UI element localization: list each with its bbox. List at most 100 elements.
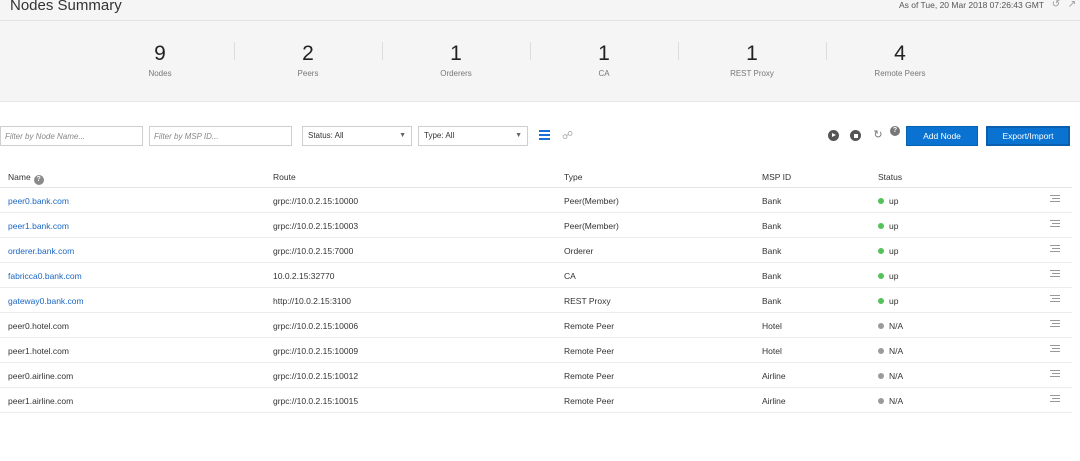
row-menu-icon[interactable] [1050,195,1060,204]
row-menu-icon[interactable] [1050,245,1060,254]
type-select[interactable]: Type: All ▼ [418,126,528,146]
page-title: Nodes Summary [10,0,122,14]
status-dot-icon [878,373,884,379]
node-name-link[interactable]: peer0.bank.com [8,196,69,206]
table-header: Name? Route Type MSP ID Status [0,166,1072,188]
status-cell: N/A [878,346,903,356]
status-dot-icon [878,348,884,354]
route-cell: http://10.0.2.15:3100 [273,296,351,306]
msp-cell: Bank [762,221,782,231]
node-name-link[interactable]: orderer.bank.com [8,246,74,256]
status-dot-icon [878,223,884,229]
type-cell: Remote Peer [564,396,615,406]
node-name-link[interactable]: fabricca0.bank.com [8,271,82,281]
nodes-table: Name? Route Type MSP ID Status peer0.ban… [0,166,1072,413]
stat-label: Orderers [440,69,472,78]
status-dot-icon [878,398,884,404]
route-cell: grpc://10.0.2.15:7000 [273,246,354,256]
status-cell: N/A [878,321,903,331]
row-menu-icon[interactable] [1050,220,1060,229]
status-cell: N/A [878,371,903,381]
column-status[interactable]: Status [878,172,902,182]
type-cell: Remote Peer [564,321,615,331]
route-cell: grpc://10.0.2.15:10006 [273,321,359,331]
stat-value: 1 [598,42,610,65]
row-menu-icon[interactable] [1050,370,1060,379]
node-name: peer1.airline.com [8,396,74,406]
stat-nodes: 9 Nodes [86,42,234,88]
row-menu-icon[interactable] [1050,345,1060,354]
add-node-button[interactable]: Add Node [906,126,978,146]
status-text: N/A [889,371,904,381]
type-select-value: Type: All [424,131,455,140]
msp-cell: Bank [762,246,782,256]
toolbar: Status: All ▼ Type: All ▼ ☍ ↻ ? Add Node… [0,126,1080,148]
row-menu-icon[interactable] [1050,395,1060,404]
stat-value: 9 [154,42,166,65]
type-cell: Orderer [564,246,594,256]
node-name: peer0.airline.com [8,371,74,381]
status-select-value: Status: All [308,131,344,140]
help-icon[interactable]: ? [890,126,900,136]
expand-icon[interactable]: ↗ [1066,0,1078,11]
route-cell: grpc://10.0.2.15:10003 [273,221,359,231]
status-cell: up [878,221,898,231]
status-text: up [889,296,899,306]
chevron-down-icon: ▼ [399,132,406,139]
table-row: fabricca0.bank.com 10.0.2.15:32770 CA Ba… [0,263,1072,288]
status-text: up [889,196,899,206]
table-row: peer0.airline.com grpc://10.0.2.15:10012… [0,363,1072,388]
msp-cell: Hotel [762,346,782,356]
route-cell: grpc://10.0.2.15:10009 [273,346,359,356]
column-name[interactable]: Name? [8,172,44,185]
node-name: peer0.hotel.com [8,321,69,331]
row-menu-icon[interactable] [1050,320,1060,329]
restart-icon[interactable]: ↻ [872,129,884,141]
type-cell: CA [564,271,576,281]
msp-cell: Hotel [762,321,782,331]
topology-view-icon[interactable]: ☍ [562,129,573,142]
node-name-link[interactable]: gateway0.bank.com [8,296,84,306]
stat-label: CA [598,69,610,78]
msp-cell: Airline [762,371,786,381]
msp-cell: Airline [762,396,786,406]
column-msp-id[interactable]: MSP ID [762,172,791,182]
as-of-timestamp: As of Tue, 20 Mar 2018 07:26:43 GMT [898,0,1044,10]
column-type[interactable]: Type [564,172,582,182]
type-cell: Remote Peer [564,346,615,356]
node-name-link[interactable]: peer1.bank.com [8,221,69,231]
start-icon[interactable] [828,130,839,141]
stat-label: Remote Peers [874,69,926,78]
filter-node-name-input[interactable] [0,126,143,146]
status-dot-icon [878,198,884,204]
status-cell: up [878,271,898,281]
type-cell: REST Proxy [564,296,611,306]
refresh-icon[interactable]: ↺ [1050,0,1062,11]
node-name: peer1.hotel.com [8,346,69,356]
table-row: peer0.hotel.com grpc://10.0.2.15:10006 R… [0,313,1072,338]
stat-peers: 2 Peers [234,42,382,88]
column-route[interactable]: Route [273,172,296,182]
msp-cell: Bank [762,296,782,306]
stop-icon[interactable] [850,130,861,141]
stats-bar: 9 Nodes 2 Peers 1 Orderers 1 CA 1 REST P… [86,42,986,88]
stat-remote-peers: 4 Remote Peers [826,42,974,88]
filter-msp-id-input[interactable] [149,126,292,146]
row-menu-icon[interactable] [1050,295,1060,304]
divider [0,20,1080,21]
status-text: N/A [889,321,904,331]
list-view-icon[interactable] [539,130,550,141]
export-import-button[interactable]: Export/Import [986,126,1070,146]
stat-label: Nodes [148,69,172,78]
table-row: peer1.airline.com grpc://10.0.2.15:10015… [0,388,1072,413]
stat-rest-proxy: 1 REST Proxy [678,42,826,88]
status-select[interactable]: Status: All ▼ [302,126,412,146]
status-text: up [889,246,899,256]
table-row: orderer.bank.com grpc://10.0.2.15:7000 O… [0,238,1072,263]
type-cell: Remote Peer [564,371,615,381]
row-menu-icon[interactable] [1050,270,1060,279]
route-cell: grpc://10.0.2.15:10012 [273,371,359,381]
help-icon[interactable]: ? [33,175,44,185]
status-text: N/A [889,396,904,406]
stat-label: Peers [297,69,319,78]
